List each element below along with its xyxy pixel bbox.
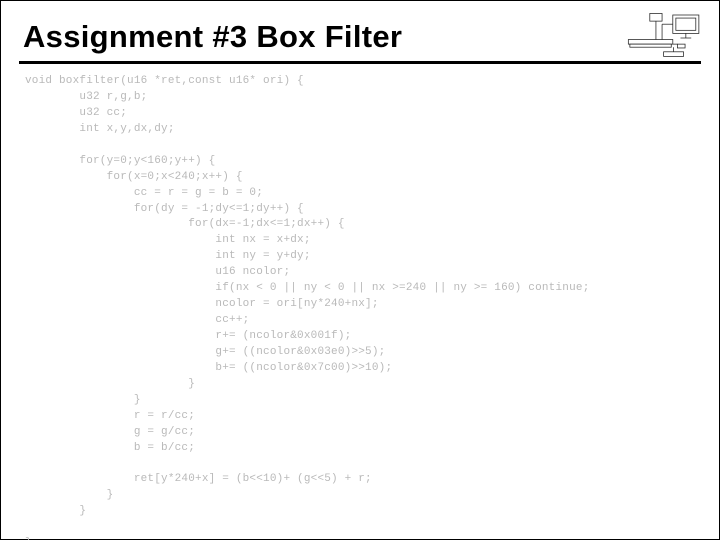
code-listing: void boxfilter(u16 *ret,const u16* ori) …: [23, 74, 697, 540]
computer-diagram-icon: [613, 13, 705, 63]
slide-title: Assignment #3 Box Filter: [23, 19, 697, 55]
slide: Assignment #3 Box Filter void boxfilter(…: [0, 0, 720, 540]
title-underline: [19, 61, 701, 64]
